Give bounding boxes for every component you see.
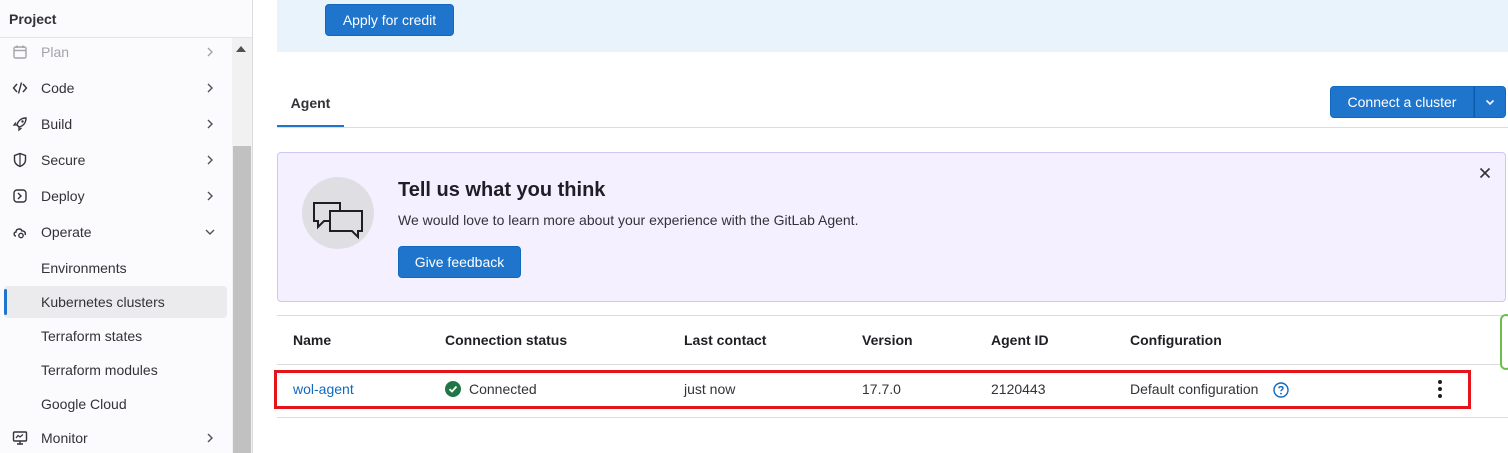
sidebar-item-deploy[interactable]: Deploy xyxy=(0,179,231,213)
chevron-down-icon xyxy=(205,229,215,235)
sidebar-item-build[interactable]: Build xyxy=(0,107,231,141)
column-header-version[interactable]: Version xyxy=(862,332,913,348)
shield-icon xyxy=(13,152,27,168)
chevron-right-icon xyxy=(207,119,213,129)
sidebar-item-label: Deploy xyxy=(41,188,85,204)
calendar-icon xyxy=(13,45,27,59)
table-bottom-border xyxy=(277,417,1508,418)
sidebar-subitem-environments[interactable]: Environments xyxy=(4,252,227,284)
sidebar-item-label: Plan xyxy=(41,44,70,60)
column-header-name[interactable]: Name xyxy=(293,332,331,348)
sidebar-subitem-terraform-states[interactable]: Terraform states xyxy=(4,320,227,352)
feedback-title: Tell us what you think xyxy=(398,179,606,201)
chevron-down-icon xyxy=(1485,99,1495,106)
sidebar-item-secure[interactable]: Secure xyxy=(0,143,231,177)
chevron-right-icon xyxy=(207,191,213,201)
sidebar-subitem-google-cloud[interactable]: Google Cloud xyxy=(4,388,227,420)
connect-cluster-dropdown-toggle[interactable] xyxy=(1474,86,1506,118)
column-header-configuration[interactable]: Configuration xyxy=(1130,332,1222,348)
rocket-icon xyxy=(12,117,27,132)
chevron-right-icon xyxy=(207,83,213,93)
feedback-text: We would love to learn more about your e… xyxy=(398,212,859,228)
scroll-up-arrow-icon[interactable] xyxy=(236,46,246,52)
credit-banner xyxy=(277,0,1508,52)
connect-cluster-button[interactable]: Connect a cluster xyxy=(1330,86,1474,118)
apply-for-credit-button[interactable]: Apply for credit xyxy=(325,4,454,36)
code-icon xyxy=(12,82,28,94)
sidebar-item-label: Code xyxy=(41,80,75,96)
chevron-right-icon xyxy=(207,47,213,57)
sidebar-scrollbar-thumb[interactable] xyxy=(233,146,251,453)
tabs-divider xyxy=(277,127,1508,128)
feedback-panel: Tell us what you think We would love to … xyxy=(277,152,1506,302)
table-top-border xyxy=(277,315,1508,316)
feedback-illustration xyxy=(302,177,374,249)
chat-bubbles-icon xyxy=(313,202,363,240)
sidebar-item-code[interactable]: Code xyxy=(0,71,231,105)
column-header-connection-status[interactable]: Connection status xyxy=(445,332,567,348)
deploy-icon xyxy=(13,189,27,203)
monitor-icon xyxy=(12,431,28,445)
chevron-right-icon xyxy=(207,433,213,443)
sidebar-subitem-kubernetes-clusters[interactable]: Kubernetes clusters xyxy=(4,286,227,318)
column-header-agent-id[interactable]: Agent ID xyxy=(991,332,1049,348)
edge-widget[interactable] xyxy=(1500,314,1508,370)
sidebar-item-operate[interactable]: Operate xyxy=(0,215,231,249)
sidebar-item-label: Build xyxy=(41,116,73,132)
chevron-right-icon xyxy=(207,155,213,165)
agent-row-highlight xyxy=(274,370,1471,409)
give-feedback-button[interactable]: Give feedback xyxy=(398,246,521,278)
sidebar: Project Plan Code Build Secure Deploy Op… xyxy=(0,0,253,453)
cloud-gear-icon xyxy=(13,228,27,239)
close-icon[interactable] xyxy=(1477,165,1493,181)
sidebar-item-label: Secure xyxy=(41,152,86,168)
tab-agent[interactable]: Agent xyxy=(277,80,344,127)
sidebar-subitem-terraform-modules[interactable]: Terraform modules xyxy=(4,354,227,386)
sidebar-item-plan[interactable]: Plan xyxy=(0,35,231,69)
sidebar-item-monitor[interactable]: Monitor xyxy=(0,421,231,453)
sidebar-item-label: Operate xyxy=(41,224,92,240)
sidebar-title: Project xyxy=(0,0,252,38)
column-header-last-contact[interactable]: Last contact xyxy=(684,332,766,348)
app: Project Plan Code Build Secure Deploy Op… xyxy=(0,0,1508,453)
table-header-divider xyxy=(277,364,1508,365)
sidebar-item-label: Monitor xyxy=(41,430,88,446)
